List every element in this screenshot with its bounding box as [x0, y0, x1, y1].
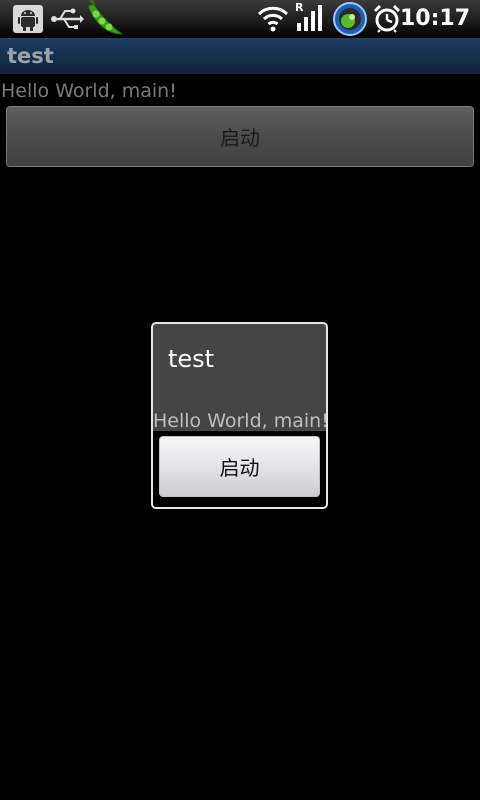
screen: R 10:17 test Hello World, main! 启动 test … [0, 0, 480, 800]
start-button-label: 启动 [220, 126, 260, 150]
roaming-signal-icon: R [294, 1, 328, 37]
pea-pod-icon [84, 0, 124, 42]
status-time: 10:17 [399, 6, 470, 31]
status-bar: R 10:17 [0, 0, 480, 39]
android-debug-icon [12, 4, 44, 38]
app-title: test [7, 44, 54, 68]
dialog-start-button[interactable]: 启动 [159, 436, 320, 497]
start-button[interactable]: 启动 [6, 106, 474, 167]
dialog-title: test [168, 345, 215, 373]
usb-icon [50, 6, 84, 36]
dialog: test Hello World, main! 启动 [151, 322, 329, 509]
roaming-letter: R [295, 1, 304, 14]
dialog-hello-text: Hello World, main! [153, 410, 329, 432]
hello-text: Hello World, main! [1, 80, 177, 102]
dialog-start-button-label: 启动 [219, 456, 260, 480]
app-title-bar: test [0, 38, 480, 74]
wifi-icon [256, 4, 290, 36]
alarm-clock-icon [372, 3, 402, 37]
sync-globe-icon [332, 1, 368, 41]
